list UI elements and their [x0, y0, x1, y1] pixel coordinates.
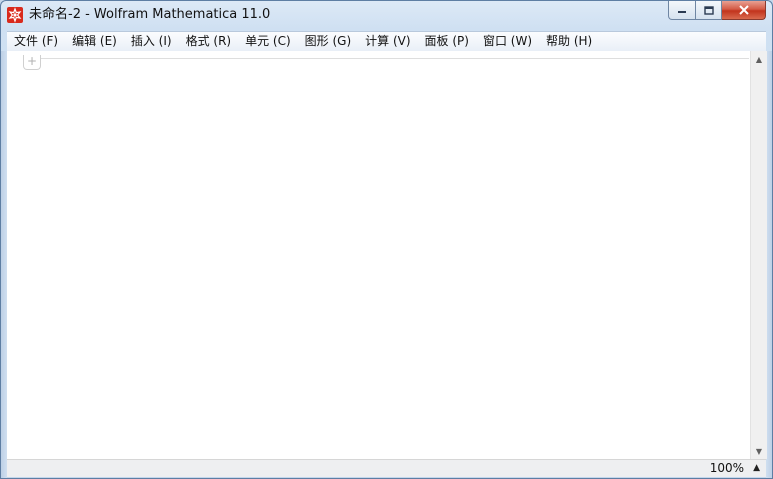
menu-format[interactable]: 格式 (R): [179, 32, 239, 51]
vertical-scrollbar[interactable]: ▲ ▼: [750, 51, 767, 459]
cell-insertion-line: [41, 58, 749, 59]
window-title: 未命名-2 - Wolfram Mathematica 11.0: [29, 7, 271, 22]
menu-bar: 文件 (F) 编辑 (E) 插入 (I) 格式 (R) 单元 (C) 图形 (G…: [7, 31, 766, 52]
menu-window[interactable]: 窗口 (W): [476, 32, 539, 51]
menu-palettes[interactable]: 面板 (P): [418, 32, 476, 51]
menu-cell[interactable]: 单元 (C): [238, 32, 298, 51]
status-bar: 100% ▲: [7, 459, 766, 477]
menu-help[interactable]: 帮助 (H): [539, 32, 599, 51]
scroll-down-arrow-icon[interactable]: ▼: [751, 443, 767, 459]
caption-buttons: [668, 1, 766, 21]
notebook-area[interactable]: +: [7, 51, 750, 459]
menu-file[interactable]: 文件 (F): [7, 32, 65, 51]
close-icon: [738, 5, 749, 15]
cell-insertion-plus-icon[interactable]: +: [23, 55, 41, 70]
menu-evaluation[interactable]: 计算 (V): [358, 32, 417, 51]
minimize-button[interactable]: [668, 1, 696, 20]
menu-edit[interactable]: 编辑 (E): [65, 32, 124, 51]
maximize-icon: [703, 5, 714, 15]
menu-insert[interactable]: 插入 (I): [124, 32, 179, 51]
maximize-button[interactable]: [696, 1, 722, 20]
zoom-level[interactable]: 100%: [710, 460, 744, 477]
mathematica-spikey-icon[interactable]: [7, 7, 23, 23]
scroll-up-arrow-icon[interactable]: ▲: [751, 51, 767, 67]
zoom-menu-up-arrow-icon[interactable]: ▲: [753, 460, 760, 477]
close-button[interactable]: [722, 1, 766, 20]
menu-graphics[interactable]: 图形 (G): [298, 32, 358, 51]
minimize-icon: [678, 11, 686, 13]
application-window: 未命名-2 - Wolfram Mathematica 11.0 文件 (F): [0, 0, 773, 479]
title-bar[interactable]: 未命名-2 - Wolfram Mathematica 11.0: [1, 1, 772, 30]
